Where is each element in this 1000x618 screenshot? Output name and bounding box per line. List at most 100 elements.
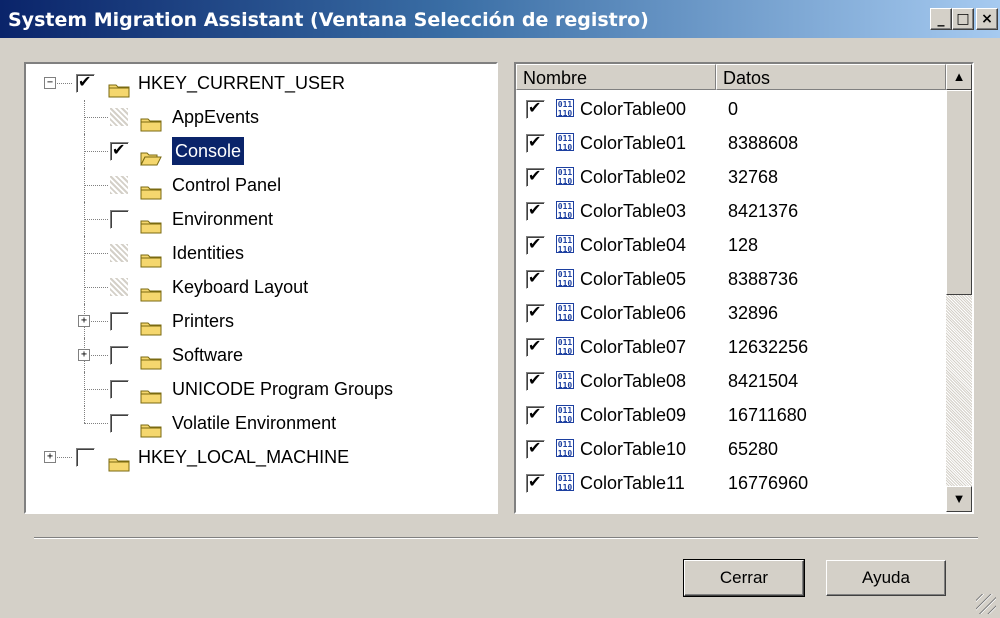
folder-icon <box>140 415 162 438</box>
tree-node[interactable]: Environment <box>26 202 496 236</box>
row-checkbox[interactable]: ✔ <box>526 200 545 221</box>
tree-node[interactable]: Volatile Environment <box>26 406 496 440</box>
expand-icon[interactable]: + <box>44 451 56 463</box>
node-checkbox[interactable] <box>76 448 95 467</box>
tree-node-label: AppEvents <box>172 107 260 127</box>
folder-icon <box>140 381 162 404</box>
row-checkbox[interactable]: ✔ <box>526 234 545 255</box>
maximize-icon: □ <box>956 11 970 27</box>
close-window-button[interactable]: × <box>976 8 998 30</box>
tree-node-label: Identities <box>172 243 245 263</box>
node-checkbox[interactable]: ✔ <box>110 140 129 161</box>
value-data: 16776960 <box>728 473 809 493</box>
registry-binary-value-icon: 011 110 <box>556 439 574 458</box>
node-checkbox[interactable] <box>110 414 129 433</box>
table-row[interactable]: ✔ 011 110 ColorTable01 8388608 <box>516 126 946 160</box>
value-data: 8421504 <box>728 371 799 391</box>
collapse-icon[interactable]: − <box>44 77 56 89</box>
node-checkbox[interactable] <box>110 346 129 365</box>
resize-grip[interactable] <box>976 594 996 614</box>
value-name: ColorTable04 <box>580 235 687 255</box>
registry-binary-value-icon: 011 110 <box>556 201 574 220</box>
node-checkbox[interactable] <box>110 210 129 229</box>
value-data: 0 <box>728 99 739 119</box>
node-checkbox[interactable] <box>110 380 129 399</box>
node-checkbox[interactable] <box>110 312 129 331</box>
tree-node[interactable]: Identities <box>26 236 496 270</box>
maximize-button[interactable]: □ <box>952 8 974 30</box>
table-row[interactable]: ✔ 011 110 ColorTable10 65280 <box>516 432 946 466</box>
table-row[interactable]: ✔ 011 110 ColorTable00 0 <box>516 92 946 126</box>
table-row[interactable]: ✔ 011 110 ColorTable05 8388736 <box>516 262 946 296</box>
node-checkbox[interactable]: ✔ <box>76 72 95 93</box>
row-checkbox[interactable]: ✔ <box>526 98 545 119</box>
tree-node[interactable]: Control Panel <box>26 168 496 202</box>
row-checkbox[interactable]: ✔ <box>526 438 545 459</box>
row-checkbox[interactable]: ✔ <box>526 336 545 357</box>
checkmark-icon: ✔ <box>528 268 542 287</box>
scroll-down-button[interactable]: ▼ <box>946 486 972 512</box>
checkmark-icon: ✔ <box>528 472 542 491</box>
row-checkbox[interactable]: ✔ <box>526 370 545 391</box>
row-checkbox[interactable]: ✔ <box>526 268 545 289</box>
tree-node[interactable]: + Software <box>26 338 496 372</box>
scroll-up-button[interactable]: ▲ <box>946 64 972 90</box>
tree-connector <box>84 372 85 406</box>
tree-node[interactable]: ✔ Console <box>26 134 496 168</box>
row-checkbox[interactable]: ✔ <box>526 166 545 187</box>
node-checkbox <box>110 176 128 194</box>
registry-binary-value-icon: 011 110 <box>556 371 574 390</box>
vertical-scrollbar[interactable]: ▲ ▼ <box>946 64 972 512</box>
row-checkbox[interactable]: ✔ <box>526 472 545 493</box>
table-row[interactable]: ✔ 011 110 ColorTable02 32768 <box>516 160 946 194</box>
table-row[interactable]: ✔ 011 110 ColorTable04 128 <box>516 228 946 262</box>
value-name: ColorTable10 <box>580 439 687 459</box>
table-row[interactable]: ✔ 011 110 ColorTable06 32896 <box>516 296 946 330</box>
tree-node[interactable]: AppEvents <box>26 100 496 134</box>
column-header-data[interactable]: Datos <box>716 64 946 90</box>
expand-icon[interactable]: + <box>78 315 90 327</box>
help-button[interactable]: Ayuda <box>826 560 946 596</box>
tree-connector <box>84 168 85 202</box>
expand-icon[interactable]: + <box>78 349 90 361</box>
value-name: ColorTable01 <box>580 133 687 153</box>
tree-connector <box>84 117 108 118</box>
tree-node-label: UNICODE Program Groups <box>172 379 394 399</box>
registry-values-list[interactable]: Nombre Datos ✔ 011 110 ColorTable00 0 ✔ 011 110… <box>514 62 974 514</box>
value-name: ColorTable09 <box>580 405 687 425</box>
tree-connector <box>84 100 85 134</box>
value-data: 8388608 <box>728 133 799 153</box>
title-bar[interactable]: System Migration Assistant (Ventana Sele… <box>0 0 1000 38</box>
value-data: 16711680 <box>728 405 807 425</box>
column-header-name[interactable]: Nombre <box>516 64 716 90</box>
folder-open-icon <box>140 143 162 166</box>
row-checkbox[interactable]: ✔ <box>526 404 545 425</box>
row-checkbox[interactable]: ✔ <box>526 302 545 323</box>
separator <box>34 537 978 539</box>
tree-node-label: Keyboard Layout <box>172 277 309 297</box>
tree-connector <box>84 423 108 424</box>
tree-node[interactable]: − ✔ HKEY_CURRENT_USER <box>26 66 496 100</box>
tree-connector <box>84 287 108 288</box>
table-row[interactable]: ✔ 011 110 ColorTable08 8421504 <box>516 364 946 398</box>
value-name: ColorTable11 <box>580 473 685 493</box>
table-row[interactable]: ✔ 011 110 ColorTable11 16776960 <box>516 466 946 500</box>
table-row[interactable]: ✔ 011 110 ColorTable07 12632256 <box>516 330 946 364</box>
tree-node[interactable]: UNICODE Program Groups <box>26 372 496 406</box>
close-button[interactable]: Cerrar <box>683 559 805 597</box>
scroll-thumb[interactable] <box>946 90 972 295</box>
registry-binary-value-icon: 011 110 <box>556 337 574 356</box>
dialog-window: System Migration Assistant (Ventana Sele… <box>0 0 1000 618</box>
tree-node[interactable]: + HKEY_LOCAL_MACHINE <box>26 440 496 474</box>
minimize-button[interactable]: _ <box>930 8 952 30</box>
tree-node[interactable]: Keyboard Layout <box>26 270 496 304</box>
value-name: ColorTable02 <box>580 167 687 187</box>
table-row[interactable]: ✔ 011 110 ColorTable09 16711680 <box>516 398 946 432</box>
registry-binary-value-icon: 011 110 <box>556 473 574 492</box>
folder-icon <box>140 279 162 302</box>
table-row[interactable]: ✔ 011 110 ColorTable03 8421376 <box>516 194 946 228</box>
tree-node[interactable]: + Printers <box>26 304 496 338</box>
registry-tree[interactable]: − ✔ HKEY_CURRENT_USER AppEvents ✔ Console Cont… <box>24 62 498 514</box>
row-checkbox[interactable]: ✔ <box>526 132 545 153</box>
registry-binary-value-icon: 011 110 <box>556 99 574 118</box>
